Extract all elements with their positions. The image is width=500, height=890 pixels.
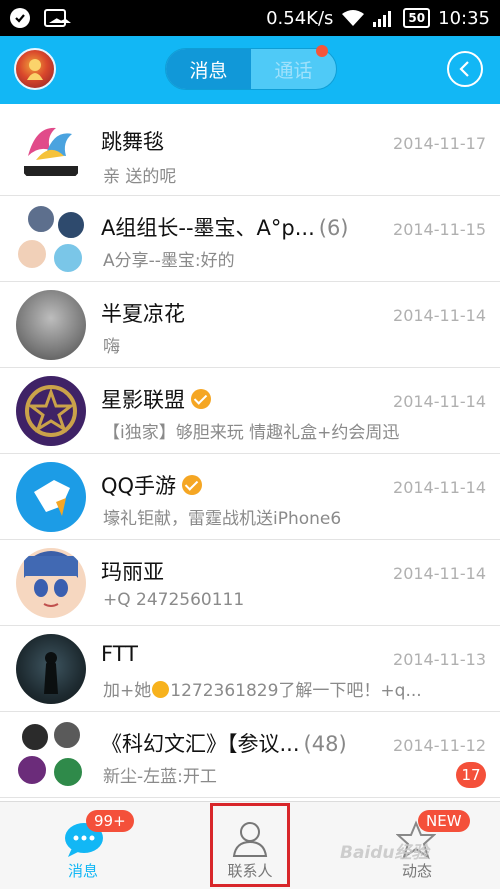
message-date: 2014-11-17 <box>393 134 486 153</box>
profile-avatar[interactable] <box>14 48 56 90</box>
signal-icon <box>373 11 392 27</box>
network-speed: 0.54K/s <box>266 7 334 29</box>
contact-name: FTT <box>101 642 138 666</box>
message-date: 2014-11-14 <box>393 306 486 325</box>
tab-messages[interactable]: 消息 <box>166 49 251 89</box>
avatar <box>16 376 86 446</box>
contact-name: 星影联盟 <box>101 384 211 414</box>
message-preview: 壕礼钜献，雷霆战机送iPhone6 <box>103 509 342 529</box>
message-preview: 嗨 <box>103 337 120 357</box>
conversation-row[interactable]: 《科幻文汇》【参议... (48) 2014-11-12 新尘-左蓝:开工 17 <box>0 712 500 798</box>
group-name: A组组长--墨宝、A°p... <box>101 216 315 240</box>
avatar <box>16 548 86 618</box>
member-count: (48) <box>303 732 347 756</box>
avatar <box>16 290 86 360</box>
chevron-left-icon <box>459 61 469 77</box>
app-header: 消息 通话 <box>0 36 500 104</box>
verified-icon <box>191 389 211 409</box>
conversation-row[interactable]: 玛丽亚 2014-11-14 +Q 2472560111 <box>0 540 500 626</box>
account-name: QQ手游 <box>101 474 177 498</box>
message-date: 2014-11-13 <box>393 650 486 669</box>
new-badge: NEW <box>418 810 470 832</box>
avatar <box>16 634 86 704</box>
message-date: 2014-11-14 <box>393 564 486 583</box>
tab-calls-label: 通话 <box>274 59 313 82</box>
new-call-dot <box>316 45 328 57</box>
battery-indicator: 50 <box>403 8 431 28</box>
group-avatar <box>16 204 86 274</box>
conversation-list: 跳舞毯 2014-11-17 亲 送的呢 A组组长--墨宝、A°p... (6) … <box>0 104 500 801</box>
verified-icon <box>182 475 203 495</box>
contact-name: 半夏凉花 <box>101 302 185 326</box>
avatar <box>16 462 86 532</box>
tab-moments-label: 动态 <box>401 862 432 880</box>
message-preview: 【i独家】够胆来玩 情趣礼盒+约会周迅 <box>103 423 400 443</box>
contact-name: QQ手游 <box>101 470 203 500</box>
member-count: (6) <box>318 216 349 240</box>
message-preview: A分享--墨宝:好的 <box>103 251 235 271</box>
group-avatar <box>16 720 86 790</box>
message-call-switch: 消息 通话 <box>165 45 337 90</box>
preview-text-end: 1272361829了解一下吧！+q... <box>170 681 422 701</box>
conversation-row[interactable]: QQ手游 2014-11-14 壕礼钜献，雷霆战机送iPhone6 <box>0 454 500 540</box>
preview-text-start: 加+她 <box>103 681 152 701</box>
group-name: 《科幻文汇》【参议... <box>101 732 300 756</box>
message-date: 2014-11-14 <box>393 478 486 497</box>
back-button[interactable] <box>447 51 483 87</box>
avatar <box>16 116 86 186</box>
contact-name: 玛丽亚 <box>101 560 164 584</box>
wifi-icon <box>342 10 365 26</box>
message-preview: +Q 2472560111 <box>103 590 245 610</box>
image-icon <box>44 9 66 27</box>
message-preview: 新尘-左蓝:开工 <box>103 767 217 787</box>
message-count-badge: 99+ <box>86 810 134 832</box>
tab-messages-label: 消息 <box>67 862 98 880</box>
contact-name: A组组长--墨宝、A°p... (6) <box>101 212 349 242</box>
message-date: 2014-11-12 <box>393 736 486 755</box>
clock: 10:35 <box>438 7 490 29</box>
tab-messages-bottom[interactable]: 99+ 消息 <box>0 802 166 890</box>
contact-name: 跳舞毯 <box>101 130 164 154</box>
conversation-row[interactable]: 星影联盟 2014-11-14 【i独家】够胆来玩 情趣礼盒+约会周迅 <box>0 368 500 454</box>
watermark: Baidu经验 <box>340 843 429 863</box>
unread-count-badge: 17 <box>456 762 486 788</box>
conversation-row[interactable]: 跳舞毯 2014-11-17 亲 送的呢 <box>0 104 500 196</box>
contacts-highlight-box <box>210 803 290 887</box>
conversation-row[interactable]: 半夏凉花 2014-11-14 嗨 <box>0 282 500 368</box>
conversation-row[interactable]: A组组长--墨宝、A°p... (6) 2014-11-15 A分享--墨宝:好的 <box>0 196 500 282</box>
message-date: 2014-11-15 <box>393 220 486 239</box>
message-preview: 加+她 1272361829了解一下吧！+q... <box>103 676 422 701</box>
check-icon <box>10 8 30 28</box>
account-name: 星影联盟 <box>101 388 185 412</box>
smiley-emoji-icon <box>152 681 170 698</box>
contact-name: 《科幻文汇》【参议... (48) <box>101 728 347 758</box>
tab-calls[interactable]: 通话 <box>251 45 336 89</box>
message-date: 2014-11-14 <box>393 392 486 411</box>
message-preview: 亲 送的呢 <box>103 167 177 187</box>
status-bar: 0.54K/s 50 10:35 <box>0 0 500 36</box>
conversation-row[interactable]: FTT 2014-11-13 加+她 1272361829了解一下吧！+q... <box>0 626 500 712</box>
